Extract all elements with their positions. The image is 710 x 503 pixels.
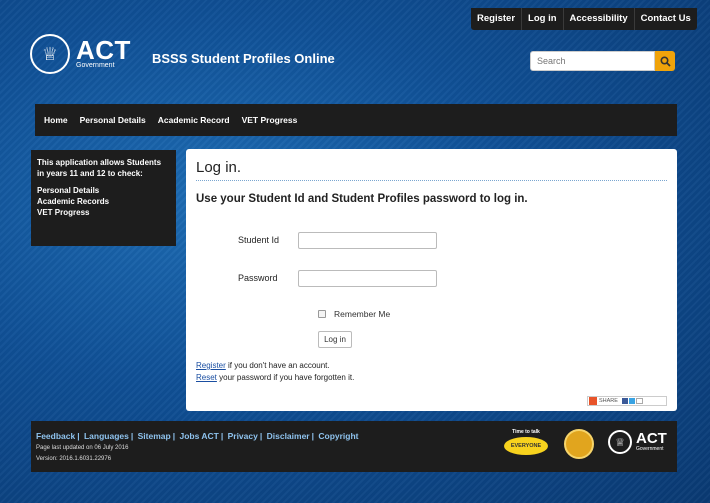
reset-line: Reset your password if you have forgotte… [196, 373, 354, 382]
nav-home[interactable]: Home [35, 104, 74, 136]
footer-disclaimer[interactable]: Disclaimer [267, 431, 310, 441]
register-text: if you don't have an account. [225, 361, 330, 370]
remember-me-checkbox[interactable] [318, 310, 326, 318]
time-to-talk-badge[interactable]: Time to talk EVERYONE [501, 429, 551, 459]
password-field[interactable] [298, 270, 437, 287]
reset-password-link[interactable]: Reset [196, 373, 217, 382]
register-link[interactable]: Register [471, 8, 521, 30]
remember-me-label: Remember Me [334, 309, 391, 319]
accessibility-link[interactable]: Accessibility [562, 8, 634, 30]
search-box [530, 51, 675, 71]
sidebar-item-academic-records: Academic Records [37, 197, 110, 206]
top-links: Register Log in Accessibility Contact Us [471, 8, 697, 30]
footer-jobs-act[interactable]: Jobs ACT [179, 431, 218, 441]
search-input[interactable] [530, 51, 655, 71]
share-widget[interactable]: SHARE [587, 396, 667, 406]
login-panel: Log in. Use your Student Id and Student … [186, 149, 677, 411]
coat-of-arms-icon: ♕ [30, 34, 70, 74]
version-text: Version: 2016.1.6031.22976 [36, 456, 112, 462]
sidebar-item-vet-progress: VET Progress [37, 208, 90, 217]
twitter-icon[interactable] [628, 398, 635, 404]
search-button[interactable] [655, 51, 675, 71]
register-account-link[interactable]: Register [196, 361, 226, 370]
award-badge[interactable] [564, 429, 594, 459]
page-title: Log in. [196, 159, 242, 176]
footer-feedback[interactable]: Feedback [36, 431, 75, 441]
password-label: Password [238, 273, 278, 283]
badge-title: Time to talk [512, 429, 540, 435]
badge-bubble: EVERYONE [504, 437, 548, 455]
nav-academic-record[interactable]: Academic Record [152, 104, 236, 136]
logo-text: ACT [76, 35, 131, 65]
student-id-label: Student Id [238, 235, 280, 245]
footer: Feedback | Languages | Sitemap | Jobs ACT | … [31, 421, 677, 472]
footer-links: Feedback | Languages | Sitemap | Jobs ACT | … [36, 431, 359, 441]
footer-languages[interactable]: Languages [84, 431, 129, 441]
share-icon [589, 397, 597, 405]
student-id-field[interactable] [298, 232, 437, 249]
footer-logo-subtext: Government [636, 446, 664, 452]
register-line: Register if you don't have an account. [196, 361, 330, 370]
nav-vet-progress[interactable]: VET Progress [236, 104, 304, 136]
reset-text: your password if you have forgotten it. [216, 373, 355, 382]
contact-us-link[interactable]: Contact Us [633, 8, 697, 30]
sidebar: This application allows Students in year… [31, 150, 176, 246]
remember-me: Remember Me [318, 309, 390, 319]
login-button[interactable]: Log in [318, 331, 352, 348]
share-label: SHARE [599, 398, 618, 404]
login-instructions: Use your Student Id and Student Profiles… [196, 193, 528, 205]
last-updated: Page last updated on 06 July 2016 [36, 445, 129, 451]
login-link[interactable]: Log in [521, 8, 563, 30]
act-government-footer-logo[interactable]: ♕ ACT Government [608, 430, 667, 454]
coat-of-arms-icon: ♕ [608, 430, 632, 454]
sidebar-intro: This application allows Students in year… [37, 158, 162, 178]
main-nav: Home Personal Details Academic Record VE… [35, 104, 677, 136]
act-government-logo[interactable]: ♕ ACT Government [30, 32, 140, 76]
footer-sitemap[interactable]: Sitemap [138, 431, 171, 441]
footer-privacy[interactable]: Privacy [228, 431, 258, 441]
site-title: BSSS Student Profiles Online [152, 51, 335, 66]
facebook-icon[interactable] [621, 398, 628, 404]
footer-copyright[interactable]: Copyright [318, 431, 358, 441]
search-icon [659, 55, 671, 67]
divider [196, 180, 667, 181]
footer-logo-text: ACT [636, 430, 667, 447]
sidebar-item-personal-details: Personal Details [37, 186, 100, 195]
email-icon[interactable] [635, 398, 643, 404]
nav-personal-details[interactable]: Personal Details [74, 104, 152, 136]
